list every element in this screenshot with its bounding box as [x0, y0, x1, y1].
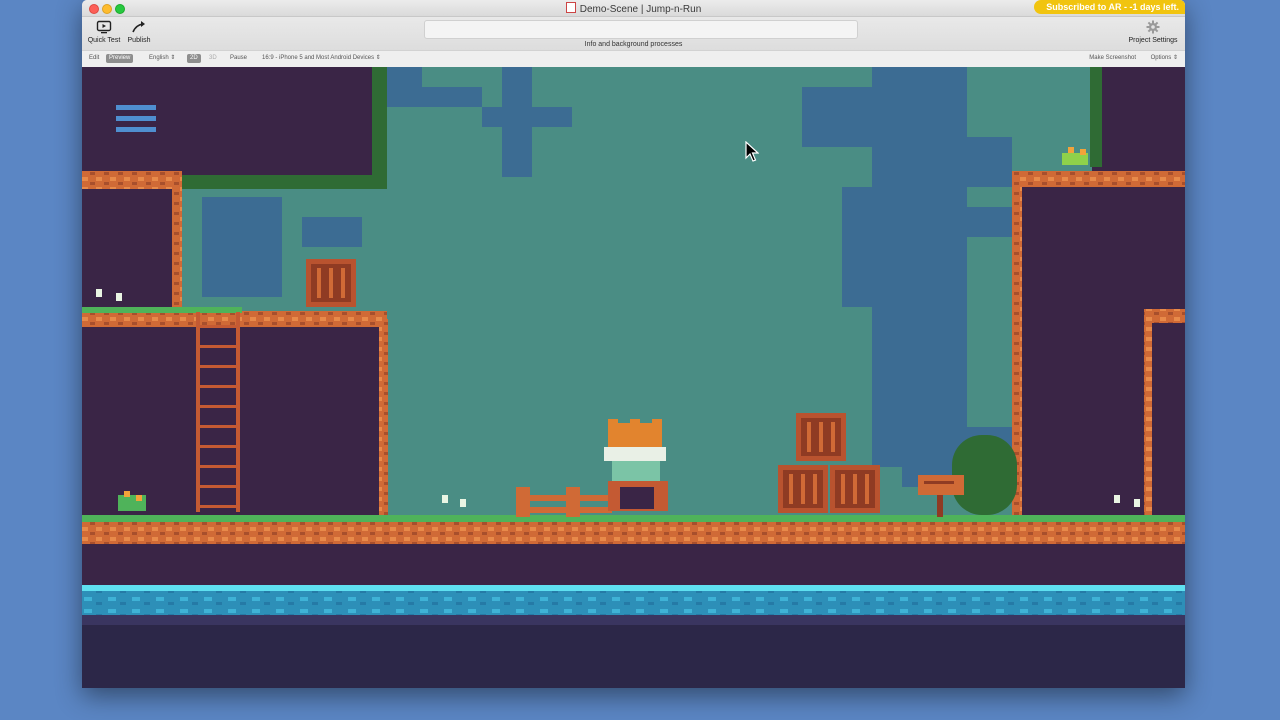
- gear-icon: [1146, 20, 1160, 34]
- publish-arrow-icon: [132, 21, 145, 33]
- info-label: Info and background processes: [584, 41, 683, 48]
- device-select[interactable]: 16:9 - iPhone 5 and Most Android Devices…: [259, 54, 384, 63]
- app-window: Demo-Scene | Jump-n-Run Subscribed to AR…: [82, 0, 1185, 688]
- mouse-cursor-icon: [745, 141, 759, 162]
- options-select[interactable]: Options ⇕: [1148, 54, 1181, 63]
- options-value: Options: [1150, 55, 1172, 61]
- language-select[interactable]: English ⇕: [146, 54, 178, 63]
- updown-chevron-icon: ⇕: [1172, 55, 1178, 61]
- play-screen-icon: [96, 20, 112, 34]
- toolbar: Quick Test Publish Info and background p…: [82, 17, 1185, 50]
- subscription-badge[interactable]: Subscribed to AR - -1 days left.: [1034, 0, 1185, 14]
- window-title-text: Demo-Scene | Jump-n-Run: [579, 4, 702, 15]
- window-title: Demo-Scene | Jump-n-Run: [82, 2, 1185, 15]
- king-character: [604, 419, 668, 511]
- device-value: 16:9 - iPhone 5 and Most Android Devices: [262, 55, 375, 61]
- updown-chevron-icon: ⇕: [375, 55, 381, 61]
- game-scene: [82, 67, 1185, 688]
- updown-chevron-icon: ⇕: [170, 55, 176, 61]
- game-preview-canvas[interactable]: [82, 67, 1185, 688]
- preview-mode-button[interactable]: Preview: [106, 54, 134, 63]
- pause-button[interactable]: Pause: [227, 54, 250, 63]
- crate-stack: [778, 413, 880, 513]
- project-settings-label: Project Settings: [1128, 37, 1178, 44]
- make-screenshot-button[interactable]: Make Screenshot: [1086, 54, 1139, 63]
- title-bar: Demo-Scene | Jump-n-Run Subscribed to AR…: [82, 0, 1185, 17]
- fence: [516, 487, 612, 517]
- preview-bar: Edit Preview English ⇕ 2D 3D Pause 16:9 …: [82, 50, 1185, 68]
- document-icon: [565, 2, 576, 13]
- crate: [306, 259, 356, 307]
- info-field[interactable]: [424, 20, 858, 39]
- hamburger-menu-icon[interactable]: [116, 105, 156, 132]
- language-value: English: [149, 55, 169, 61]
- mode-2d-button[interactable]: 2D: [187, 54, 201, 63]
- edit-mode-button[interactable]: Edit: [86, 54, 102, 63]
- mode-3d-button[interactable]: 3D: [206, 54, 220, 63]
- project-settings-button[interactable]: Project Settings: [1125, 20, 1181, 44]
